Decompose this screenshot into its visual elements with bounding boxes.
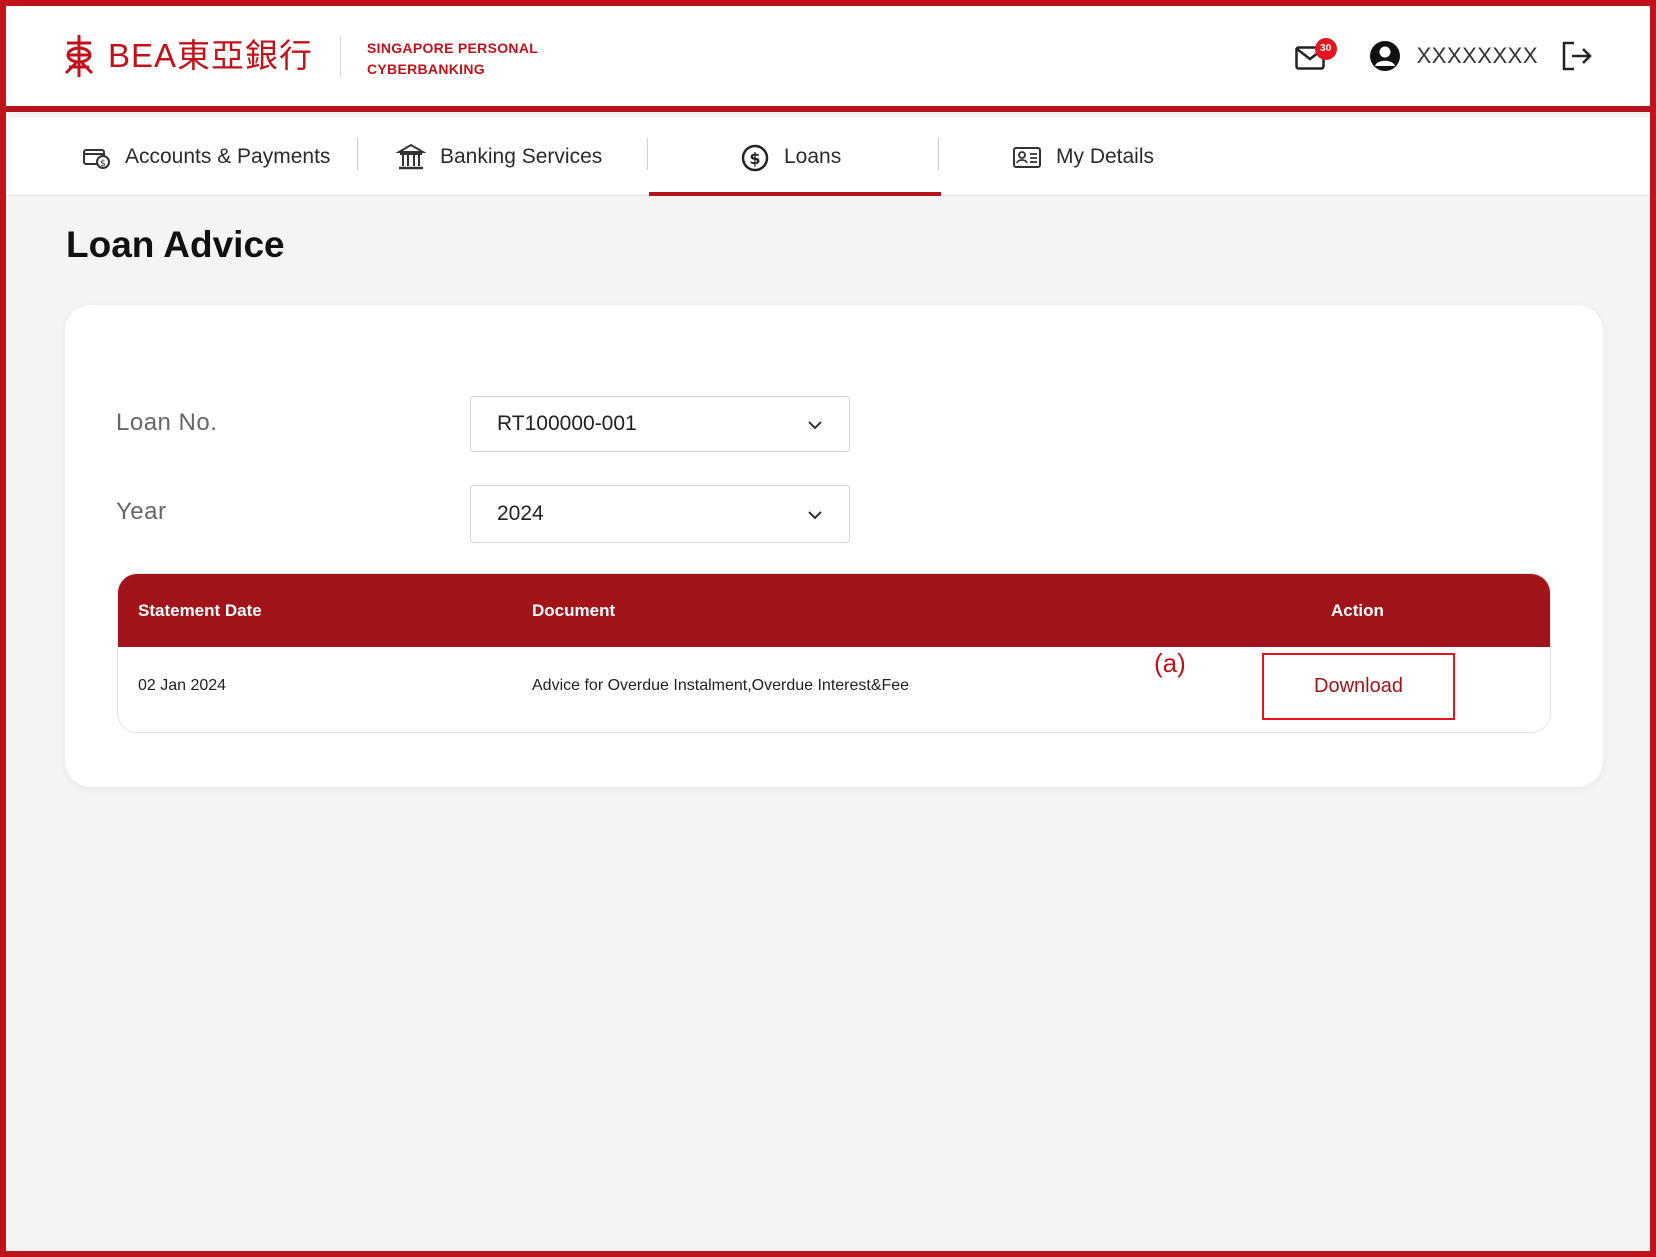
- svg-text:$: $: [749, 149, 760, 168]
- table-header-row: Statement Date Document Action: [118, 574, 1550, 647]
- logo-divider: [340, 36, 341, 78]
- bea-logo[interactable]: BEA東亞銀行: [62, 32, 313, 80]
- loan-no-label: Loan No.: [116, 409, 218, 436]
- nav-separator: [357, 138, 358, 170]
- nav-banking-services[interactable]: Banking Services: [396, 118, 602, 196]
- id-card-icon: [1013, 147, 1041, 168]
- chevron-down-icon: [808, 421, 822, 430]
- annotation-label: (a): [1154, 648, 1186, 678]
- column-header-action: Action: [1331, 601, 1384, 620]
- main-nav: $ Accounts & Payments Banking Services $…: [6, 118, 1650, 196]
- nav-label: Banking Services: [440, 145, 603, 168]
- nav-my-details[interactable]: My Details: [1012, 118, 1154, 196]
- year-select[interactable]: 2024: [470, 485, 850, 543]
- nav-label: Loans: [784, 145, 842, 168]
- header-actions: 30 XXXXXXXX: [1293, 32, 1594, 80]
- product-subtitle: SINGAPORE PERSONAL CYBERBANKING: [367, 38, 587, 80]
- nav-label: Accounts & Payments: [125, 145, 331, 168]
- nav-active-indicator: [649, 192, 941, 196]
- logout-icon[interactable]: [1560, 39, 1594, 73]
- nav-accounts-payments[interactable]: $ Accounts & Payments: [81, 118, 330, 196]
- year-label: Year: [116, 498, 167, 525]
- download-button[interactable]: Download: [1262, 653, 1455, 720]
- nav-loans[interactable]: $ Loans: [740, 118, 841, 196]
- loan-no-value: RT100000-001: [497, 412, 637, 435]
- svg-text:$: $: [100, 159, 106, 169]
- dollar-coin-icon: $: [741, 144, 769, 172]
- document-cell: Advice for Overdue Instalment,Overdue In…: [532, 677, 910, 694]
- loan-no-select[interactable]: RT100000-001: [470, 396, 850, 452]
- user-name: XXXXXXXX: [1416, 43, 1538, 68]
- bank-icon: [396, 143, 426, 170]
- column-header-document: Document: [532, 601, 616, 620]
- subtitle-line1: SINGAPORE PERSONAL: [367, 40, 539, 56]
- year-value: 2024: [497, 502, 544, 525]
- nav-separator: [647, 138, 648, 170]
- statement-date-cell: 02 Jan 2024: [138, 677, 227, 694]
- wallet-icon: $: [83, 149, 110, 169]
- column-header-statement-date: Statement Date: [138, 601, 262, 620]
- inbox-button[interactable]: 30: [1293, 36, 1337, 76]
- nav-label: My Details: [1056, 145, 1155, 168]
- nav-separator: [938, 138, 939, 170]
- bea-logo-mark-icon: [64, 35, 94, 77]
- subtitle-line2: CYBERBANKING: [367, 61, 485, 77]
- page-title: Loan Advice: [66, 224, 285, 265]
- brand-text: BEA東亞銀行: [108, 37, 314, 74]
- mail-count-badge: 30: [1314, 38, 1337, 60]
- chevron-down-icon: [808, 511, 822, 520]
- top-header: BEA東亞銀行 SINGAPORE PERSONAL CYBERBANKING …: [0, 0, 1656, 112]
- user-avatar-icon: [1369, 41, 1400, 71]
